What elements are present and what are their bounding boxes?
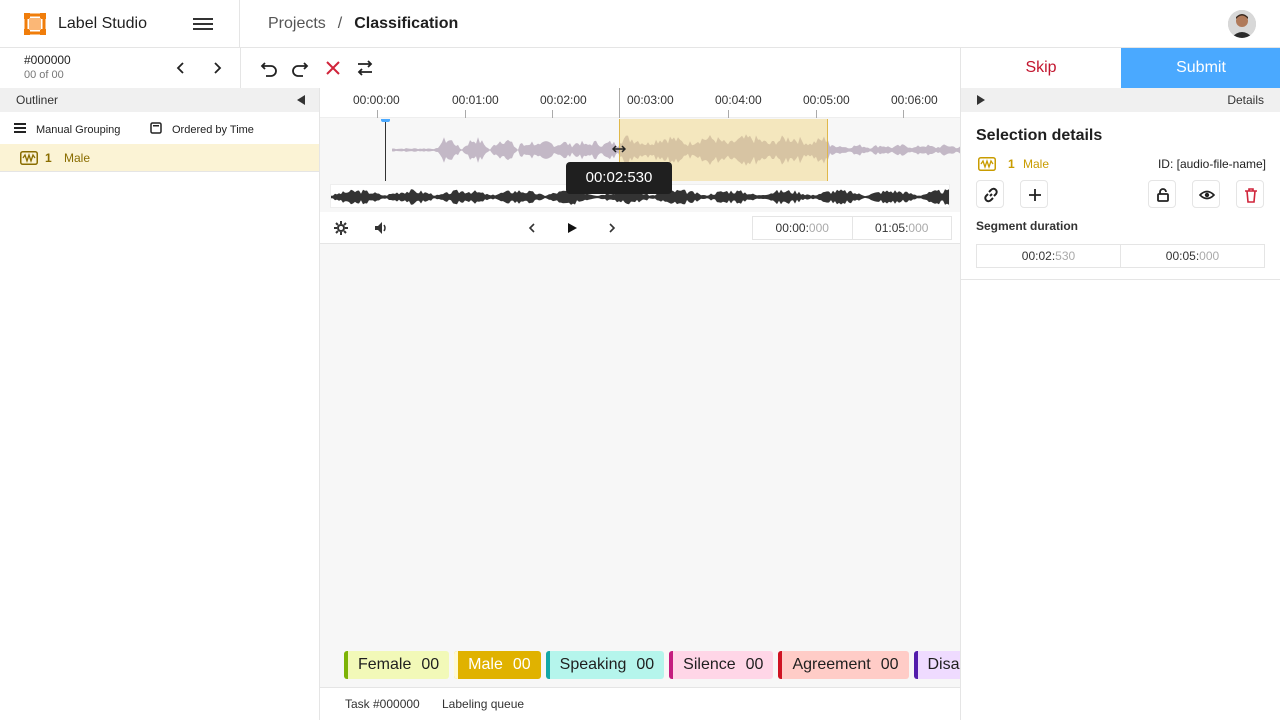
app-name: Label Studio (58, 15, 147, 32)
breadcrumb-separator: / (337, 15, 343, 32)
outliner-panel: Outliner Manual Grouping Ordered by Time… (0, 88, 320, 720)
eye-icon (1199, 190, 1215, 200)
delete-button[interactable] (1236, 180, 1264, 208)
region-index: 1 (45, 151, 52, 165)
expand-icon[interactable] (977, 95, 985, 105)
divider (961, 279, 1280, 280)
outliner-header: Outliner (0, 88, 319, 112)
ordered-by-time-toggle[interactable]: Ordered by Time (172, 124, 254, 136)
status-bar: Task #000000 Labeling queue (320, 687, 960, 720)
swap-icon[interactable] (355, 58, 375, 78)
forward-icon[interactable] (604, 220, 620, 236)
grouping-bar: Manual Grouping Ordered by Time (0, 112, 319, 144)
link-icon (984, 187, 998, 203)
menu-icon[interactable] (193, 15, 213, 33)
label-chip-male[interactable]: Male 00 (454, 651, 541, 679)
tick-label: 00:04:00 (715, 93, 762, 107)
volume-icon[interactable] (373, 220, 389, 236)
avatar[interactable] (1228, 10, 1256, 38)
list-icon[interactable] (14, 123, 26, 133)
task-navigation: #000000 00 of 00 (0, 48, 240, 88)
segment-start[interactable]: 00:02:530 (977, 245, 1120, 267)
tick-label: 00:01:00 (452, 93, 499, 107)
segment-duration: 00:02:530 00:05:000 (976, 244, 1265, 268)
link-button[interactable] (976, 180, 1004, 208)
region-label: Male (1023, 157, 1050, 171)
tab-details[interactable]: Details (1227, 93, 1264, 107)
task-id: #000000 (24, 53, 71, 67)
playhead[interactable] (385, 119, 386, 181)
undo-icon[interactable] (259, 58, 279, 78)
time-tooltip: 00:02:530 (566, 162, 672, 194)
selected-region-info: 1 Male ID: [audio-file-name] (976, 156, 1266, 174)
segment-end[interactable]: 00:05:000 (1120, 245, 1264, 267)
region-index: 1 (1008, 157, 1015, 171)
label-chip-speaking[interactable]: Speaking 00 (545, 651, 665, 679)
status-queue: Labeling queue (442, 697, 525, 711)
current-time[interactable]: 00:00:000 (753, 217, 852, 239)
redo-icon[interactable] (290, 58, 310, 78)
tick-label: 00:03:00 (627, 93, 674, 107)
segment-duration-label: Segment duration (976, 219, 1079, 233)
playhead-handle-icon[interactable] (381, 119, 390, 124)
ordering-icon[interactable] (150, 122, 162, 134)
total-duration: 01:05:000 (851, 217, 952, 239)
label-studio-logo-icon (24, 13, 46, 35)
audio-editor: 00:00:00 00:01:00 00:02:00 00:03:00 00:0… (320, 88, 960, 720)
tick-label: 00:06:00 (891, 93, 938, 107)
annotation-toolbar (240, 48, 960, 88)
rewind-icon[interactable] (524, 220, 540, 236)
top-bar: Label Studio Projects / Classification (0, 0, 1280, 48)
outliner-title: Outliner (16, 93, 59, 107)
brand-area: Label Studio (0, 0, 240, 48)
audio-region-icon (20, 151, 38, 165)
details-panel: Skip Submit Details Selection details 1 … (960, 48, 1280, 720)
time-display: 00:00:000 01:05:000 (752, 216, 952, 240)
playback-controls: 00:00:000 01:05:000 (320, 212, 960, 244)
label-chip-silence[interactable]: Silence 00 (669, 651, 774, 679)
region-list-item[interactable]: 1 Male (0, 144, 319, 172)
collapse-icon[interactable] (297, 95, 305, 105)
label-chips: Female 00 Male 00 Speaking 00 Silence 00 Agreeme… (344, 651, 960, 681)
add-button[interactable] (1020, 180, 1048, 208)
label-chip-disagreement[interactable]: Disagreement00 (913, 651, 960, 679)
label-chip-female[interactable]: Female 00 (344, 651, 450, 679)
breadcrumb: Projects / Classification (268, 15, 458, 33)
region-label: Male (64, 151, 91, 165)
user-avatar-icon (1228, 10, 1256, 38)
label-chip-agreement[interactable]: Agreement 00 (778, 651, 909, 679)
selection-details-title: Selection details (976, 127, 1103, 144)
tick-label: 00:00:00 (353, 93, 400, 107)
details-header: Details (961, 88, 1280, 112)
breadcrumb-projects[interactable]: Projects (268, 15, 326, 32)
reset-icon[interactable] (323, 58, 343, 78)
submit-button[interactable]: Submit (1121, 48, 1280, 88)
plus-icon (1029, 189, 1041, 201)
task-count: 00 of 00 (24, 69, 64, 81)
manual-grouping-toggle[interactable]: Manual Grouping (36, 124, 120, 136)
skip-button[interactable]: Skip (961, 48, 1121, 88)
resize-cursor-icon (612, 145, 626, 153)
visibility-button[interactable] (1192, 180, 1220, 208)
lock-button[interactable] (1148, 180, 1176, 208)
tick-label: 00:05:00 (803, 93, 850, 107)
region-id: ID: [audio-file-name] (1157, 157, 1266, 171)
trash-icon (1245, 188, 1257, 203)
timeline-ruler: 00:00:00 00:01:00 00:02:00 00:03:00 00:0… (320, 88, 960, 118)
status-task: Task #000000 (345, 697, 420, 711)
next-task-icon[interactable] (208, 59, 226, 77)
prev-task-icon[interactable] (172, 59, 190, 77)
settings-icon[interactable] (333, 220, 349, 236)
tick-label: 00:02:00 (540, 93, 587, 107)
lock-icon (1157, 188, 1169, 202)
play-icon[interactable] (564, 220, 580, 236)
breadcrumb-current[interactable]: Classification (354, 15, 458, 32)
audio-region-icon (978, 157, 996, 171)
